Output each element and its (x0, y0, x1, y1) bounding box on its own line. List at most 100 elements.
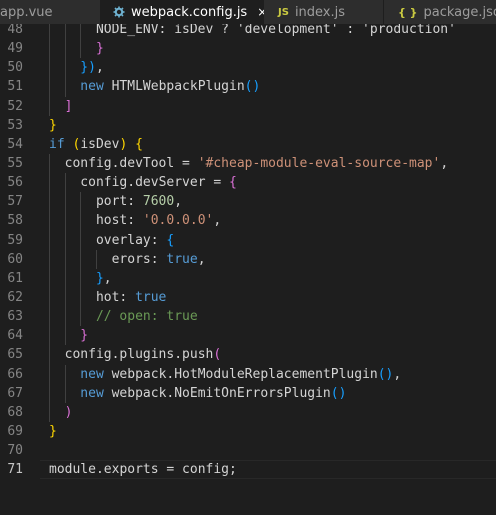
settings-file-icon (113, 6, 125, 18)
code-line[interactable]: 52] (0, 96, 496, 116)
code-line[interactable]: 50}), (0, 58, 496, 78)
tab-package-json[interactable]: { } package.json (384, 0, 496, 24)
line-number: 70 (7, 443, 23, 459)
code-line[interactable]: 57 port: 7600, (0, 192, 496, 212)
code-line[interactable]: 53} (0, 116, 496, 135)
code-lines: 48 NODE_ENV: isDev ? 'development' : 'pro… (0, 24, 496, 480)
code-token: webpack.HotModuleReplacementPlugin (111, 366, 378, 382)
line-number: 61 (7, 270, 23, 286)
code-text: hot: true (96, 288, 166, 307)
code-line[interactable]: 48 NODE_ENV: isDev ? 'development' : 'pro… (0, 24, 496, 40)
tab-webpack-config[interactable]: webpack.config.js × (101, 0, 267, 24)
code-token: 7600 (142, 194, 175, 210)
code-text: config.devTool = '#cheap-module-eval-sou… (65, 154, 449, 173)
line-number: 64 (7, 328, 23, 344)
code-token: '#cheap-module-eval-source-map' (197, 155, 441, 171)
line-number: 67 (7, 385, 23, 401)
code-token: if (49, 136, 73, 152)
code-text: } (49, 116, 57, 135)
tab-label: package.json (423, 4, 496, 20)
indent-guide (64, 24, 66, 40)
code-token: new (80, 385, 112, 401)
indent-guide (64, 287, 66, 308)
indent-guide (80, 268, 82, 288)
code-line[interactable]: 65 config.plugins.push( (0, 345, 496, 365)
code-token: ) (64, 404, 73, 420)
code-line[interactable]: 58 host: '0.0.0.0', (0, 211, 496, 231)
tab-label: webpack.config.js (131, 4, 248, 20)
line-number: 56 (7, 175, 23, 191)
code-text: new HTMLWebpackPlugin() (80, 77, 260, 96)
code-text: host: '0.0.0.0', (96, 211, 221, 230)
code-token: ( (213, 347, 222, 363)
code-text: NODE_ENV: isDev ? 'development' : 'produ… (96, 24, 456, 39)
code-line[interactable]: 62 hot: true (0, 287, 496, 308)
indent-guide (49, 402, 50, 422)
code-line[interactable]: 71 module.exports = config; (0, 460, 496, 480)
code-text: ) (65, 403, 73, 422)
code-token: , (95, 60, 104, 76)
code-token: '0.0.0.0' (142, 213, 214, 229)
code-token: // open: true (95, 309, 198, 325)
code-line[interactable]: 56 config.devServer = { (0, 173, 496, 193)
indent-guide (64, 383, 66, 403)
code-line[interactable]: 54 if (isDev) { (0, 135, 496, 154)
line-number: 58 (7, 213, 23, 229)
indent-guide (64, 39, 66, 59)
code-token: { (166, 232, 175, 248)
code-text: } (49, 422, 57, 441)
code-token: } (95, 270, 104, 286)
indent-guide (64, 326, 66, 346)
code-line[interactable]: 59 overlay: { (0, 230, 496, 250)
line-number: 55 (7, 155, 23, 171)
indent-guide (64, 249, 66, 269)
indent-guide (49, 192, 50, 212)
indent-guide (64, 307, 66, 327)
line-number: 53 (7, 117, 23, 133)
code-token: () (330, 385, 347, 401)
code-line[interactable]: 60 erors: true, (0, 249, 496, 269)
code-token: } (80, 328, 89, 344)
code-line[interactable]: 69} (0, 422, 496, 441)
code-token: () (244, 79, 261, 95)
tab-app-vue[interactable]: ▲ app.vue (0, 0, 101, 24)
line-number: 71 (7, 462, 23, 478)
code-text: } (96, 39, 104, 58)
indent-guide (49, 24, 50, 40)
indent-guide (49, 287, 50, 308)
indent-guide (80, 39, 82, 59)
tab-label: index.js (294, 4, 346, 20)
code-line[interactable]: 70 (0, 441, 496, 460)
code-line[interactable]: 64} (0, 326, 496, 346)
code-text: new webpack.NoEmitOnErrorsPlugin() (80, 384, 346, 403)
indent-guide (49, 39, 50, 59)
code-text: ] (65, 97, 73, 116)
code-token: } (49, 117, 57, 133)
code-editor[interactable]: 48 NODE_ENV: isDev ? 'development' : 'pro… (0, 24, 496, 515)
code-token: overlay: (95, 232, 167, 248)
line-number: 66 (7, 366, 23, 382)
code-token: erors: (111, 251, 167, 267)
code-token: hot: (95, 289, 136, 305)
code-text: module.exports = config; (49, 460, 237, 479)
code-text: port: 7600, (96, 192, 182, 211)
code-line[interactable]: 68) (0, 402, 496, 422)
code-line[interactable]: 51 new HTMLWebpackPlugin() (0, 77, 496, 97)
code-line[interactable]: 63 // open: true (0, 307, 496, 327)
tab-index-js[interactable]: JS index.js (264, 0, 384, 24)
code-line[interactable]: 55 config.devTool = '#cheap-module-eval-s… (0, 153, 496, 174)
code-line[interactable]: 61}, (0, 268, 496, 288)
indent-guide (49, 173, 50, 193)
code-line[interactable]: 66 new webpack.HotModuleReplacementPlugin… (0, 364, 496, 384)
code-line[interactable]: 67 new webpack.NoEmitOnErrorsPlugin() (0, 383, 496, 403)
code-text: config.devServer = { (80, 173, 237, 192)
code-token: , (393, 366, 402, 382)
tab-label: app.vue (0, 4, 53, 20)
code-token: { (135, 136, 143, 152)
code-token: } (95, 41, 104, 57)
indent-guide (64, 211, 66, 231)
indent-guide (64, 58, 66, 78)
code-line[interactable]: 49} (0, 39, 496, 59)
code-token: , (213, 213, 222, 229)
indent-guide (49, 58, 50, 78)
